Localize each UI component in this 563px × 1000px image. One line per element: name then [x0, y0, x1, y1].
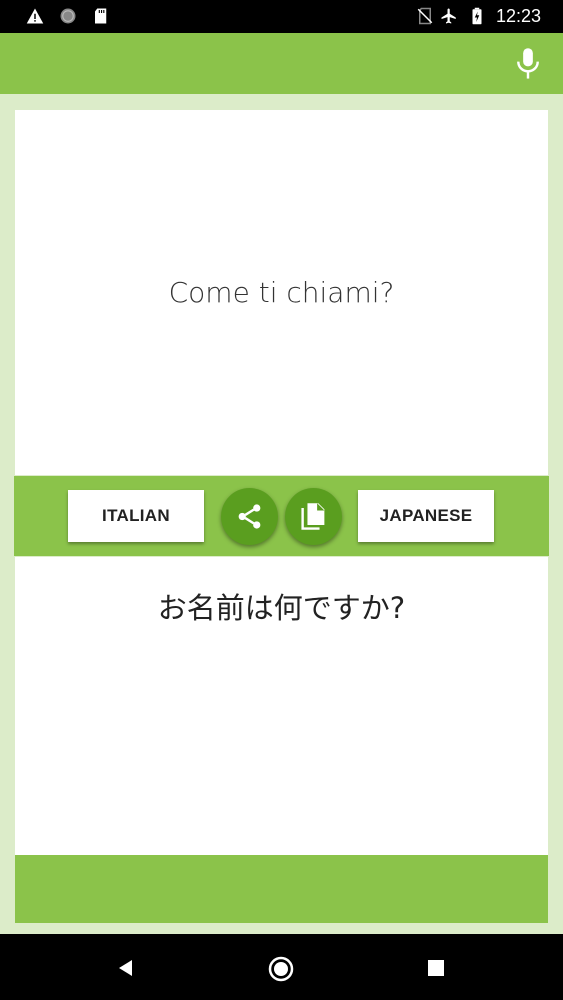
back-icon[interactable]: [116, 958, 136, 978]
navigation-bar: [0, 934, 563, 1000]
source-text-card[interactable]: Come ti chiami?: [15, 110, 548, 475]
language-control-bar: ITALIAN JAPANESE: [14, 476, 549, 556]
airplane-mode-icon: [441, 8, 456, 24]
home-icon[interactable]: [268, 956, 294, 982]
copy-icon: [301, 503, 325, 530]
battery-charging-icon: [472, 7, 482, 25]
share-icon: [238, 504, 261, 529]
warning-icon: [26, 8, 44, 24]
source-language-button[interactable]: ITALIAN: [68, 490, 204, 542]
translation-card[interactable]: お名前は何ですか?: [15, 557, 548, 855]
source-text[interactable]: Come ti chiami?: [15, 276, 548, 309]
sd-card-icon: [95, 8, 107, 24]
copy-button[interactable]: [285, 488, 342, 545]
ad-banner-area: [15, 855, 548, 923]
clock: 12:23: [495, 6, 541, 26]
circle-status-icon: [60, 8, 76, 24]
translation-text[interactable]: お名前は何ですか?: [15, 585, 548, 627]
no-sim-icon: [417, 7, 433, 25]
target-language-button[interactable]: JAPANESE: [358, 490, 494, 542]
microphone-icon[interactable]: [513, 47, 543, 81]
status-bar: 12:23: [0, 0, 563, 33]
app-toolbar: [0, 33, 563, 94]
share-button[interactable]: [221, 488, 278, 545]
recents-icon[interactable]: [427, 959, 445, 977]
